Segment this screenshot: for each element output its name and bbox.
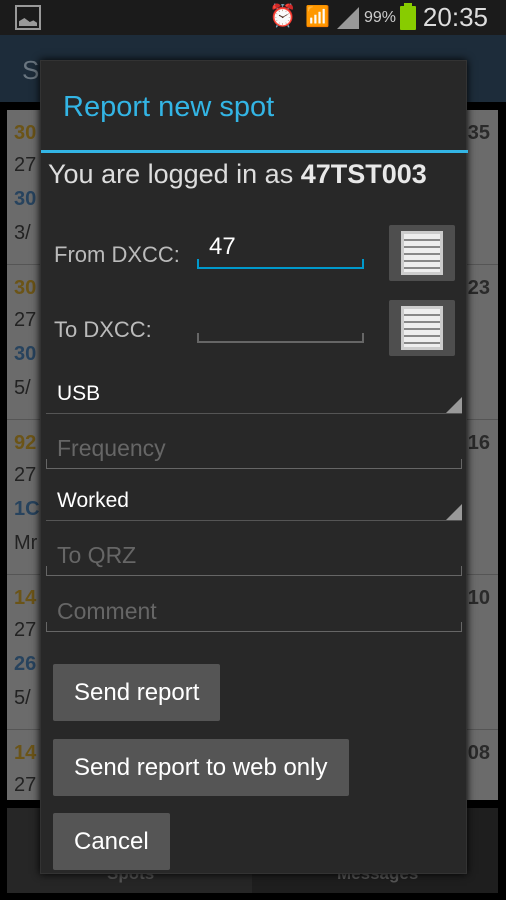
from-dxcc-value: 47 <box>209 233 236 260</box>
spot-cell-c: 1C <box>14 498 40 520</box>
spot-cell-d: Mr <box>14 532 38 554</box>
list-icon <box>401 231 443 275</box>
spot-cell-r: 16 <box>467 432 490 454</box>
title-divider <box>41 150 468 153</box>
battery-percent: 99% <box>364 9 397 26</box>
to-qrz-placeholder: To QRZ <box>57 542 137 568</box>
spot-cell-a: 14 <box>14 742 37 764</box>
login-user: 47TST003 <box>300 159 427 189</box>
spot-cell-b: 27 <box>14 464 37 486</box>
from-dxcc-label: From DXCC: <box>54 242 180 267</box>
spot-cell-a: 30 <box>14 277 37 299</box>
spot-cell-a: 92 <box>14 432 37 454</box>
spot-cell-c: 30 <box>14 343 37 365</box>
battery-icon <box>400 3 416 30</box>
to-dxcc-list-button[interactable] <box>389 300 455 356</box>
spot-cell-a: 30 <box>14 122 37 144</box>
spot-cell-b: 27 <box>14 774 37 796</box>
report-spot-dialog: Report new spot You are logged in as 47T… <box>40 60 468 874</box>
dialog-title: Report new spot <box>63 91 275 123</box>
from-dxcc-input[interactable] <box>197 259 364 269</box>
to-qrz-input[interactable] <box>46 566 462 576</box>
signal-icon <box>337 7 359 29</box>
from-dxcc-list-button[interactable] <box>389 225 455 281</box>
status-spinner[interactable]: Worked <box>46 489 462 521</box>
spot-cell-b: 27 <box>14 309 37 331</box>
spot-cell-b: 27 <box>14 154 37 176</box>
mode-spinner[interactable]: USB <box>46 382 462 414</box>
to-dxcc-input[interactable] <box>197 333 364 343</box>
alarm-icon: ⏰ <box>269 3 297 28</box>
spot-cell-d: 5/ <box>14 687 31 709</box>
app-title: S <box>22 55 40 85</box>
spot-cell-r: 23 <box>467 277 490 299</box>
gallery-icon <box>15 5 41 30</box>
login-prefix: You are logged in as <box>48 159 301 189</box>
spot-cell-r: 35 <box>467 122 490 144</box>
status-bar: ⏰ 📶 99% 20:35 <box>0 0 506 35</box>
spot-cell-r: 08 <box>467 742 490 764</box>
clock: 20:35 <box>422 2 488 32</box>
spot-cell-b: 27 <box>14 619 37 641</box>
login-status: You are logged in as 47TST003 <box>48 159 427 190</box>
spot-cell-r: 10 <box>467 587 490 609</box>
cancel-button[interactable]: Cancel <box>53 813 170 870</box>
spot-cell-d: 5/ <box>14 377 31 399</box>
comment-input[interactable] <box>46 622 462 632</box>
frequency-input[interactable] <box>46 459 462 469</box>
send-web-only-button[interactable]: Send report to web only <box>53 739 349 796</box>
spot-cell-c: 26 <box>14 653 37 675</box>
to-dxcc-label: To DXCC: <box>54 317 152 342</box>
frequency-placeholder: Frequency <box>57 435 166 461</box>
wifi-icon: 📶 <box>305 6 330 28</box>
comment-placeholder: Comment <box>57 598 157 624</box>
list-icon <box>401 306 443 350</box>
spot-cell-a: 14 <box>14 587 37 609</box>
send-report-button[interactable]: Send report <box>53 664 221 721</box>
spot-cell-d: 3/ <box>14 222 31 244</box>
spot-cell-c: 30 <box>14 188 37 210</box>
